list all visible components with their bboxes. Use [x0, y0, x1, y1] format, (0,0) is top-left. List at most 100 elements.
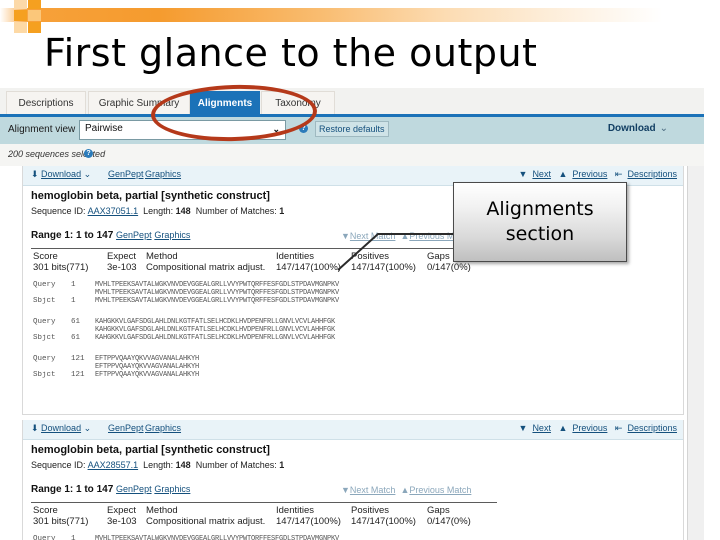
- graphics-link[interactable]: Graphics: [145, 169, 181, 179]
- blast-results-screenshot: Descriptions Graphic Summary Alignments …: [0, 88, 704, 540]
- range-graphics-link[interactable]: Graphics: [154, 230, 190, 240]
- stats-header-gaps: Gaps: [427, 505, 450, 516]
- chevron-down-icon: ⌄: [83, 169, 92, 179]
- range-graphics-link[interactable]: Graphics: [154, 484, 190, 494]
- logo-square: [28, 10, 41, 21]
- alignment-row-label: Query: [33, 318, 56, 326]
- alignment-result-card: ⬇ Download ⌄ GenPept Graphics ▼ Next ▲ Pre…: [22, 420, 684, 540]
- matches-value: 1: [279, 206, 285, 216]
- alignment-row-label: Sbjct: [33, 334, 56, 342]
- previous-link[interactable]: Previous: [572, 169, 607, 179]
- stats-value-gaps: 0/147(0%): [427, 516, 471, 527]
- download-menu-button[interactable]: ⬇ Download ⌄: [31, 169, 91, 180]
- range-label: Range 1: 1 to 147: [31, 230, 114, 241]
- card-toolbar: ⬇ Download ⌄ GenPept Graphics ▼ Next ▲ Pre…: [23, 420, 683, 440]
- alignment-row-start: 1: [71, 281, 76, 289]
- range-nav: ▼Next Match ▲Previous Match: [341, 231, 472, 241]
- logo-square: [14, 10, 27, 21]
- alignment-row-label: Query: [33, 281, 56, 289]
- stats-value-score: 301 bits(771): [33, 516, 89, 527]
- logo-square: [28, 0, 41, 9]
- help-icon[interactable]: ?: [84, 149, 93, 158]
- stats-value-gaps: 0/147(0%): [427, 262, 471, 273]
- download-label: Download: [41, 169, 82, 179]
- length-label: Length:: [143, 460, 174, 470]
- sequence-meta-line: Sequence ID: AAX28557.1 Length: 148 Numb…: [31, 460, 284, 470]
- previous-link[interactable]: Previous: [572, 423, 607, 433]
- logo-square: [28, 22, 41, 33]
- alignment-sbjct-seq: EFTPPVQAAYQKVVAGVANALAHKYH: [95, 371, 200, 379]
- range-genpept-link[interactable]: GenPept: [116, 230, 152, 240]
- range-genpept-link[interactable]: GenPept: [116, 484, 152, 494]
- length-value: 148: [175, 206, 191, 216]
- stats-header-positives: Positives: [351, 505, 390, 516]
- stats-header-score: Score: [33, 251, 58, 262]
- card-nav: ▼ Next ▲ Previous ⇤ Descriptions: [514, 169, 677, 180]
- tab-descriptions[interactable]: Descriptions: [6, 91, 86, 115]
- alignment-query-seq: MVHLTPEEKSAVTALWGKVNVDEVGGEALGRLLVVYPWTQ…: [95, 281, 340, 289]
- previous-match-link[interactable]: Previous Match: [409, 485, 471, 495]
- stats-value-positives: 147/147(100%): [351, 262, 416, 273]
- result-tabbar: Descriptions Graphic Summary Alignments …: [0, 88, 704, 117]
- stats-value-score: 301 bits(771): [33, 262, 89, 273]
- callout-line-1: Alignments: [486, 198, 594, 220]
- selected-count-row: 200 sequences selected: [0, 144, 704, 166]
- previous-arrow-icon: ▲: [558, 169, 568, 179]
- definition-line: hemoglobin beta, partial [synthetic cons…: [31, 444, 270, 456]
- range-line: Range 1: 1 to 147 GenPept Graphics: [31, 484, 190, 495]
- alignment-row-label: Sbjct: [33, 371, 56, 379]
- callout-line-2: section: [505, 223, 575, 245]
- stats-value-identities: 147/147(100%): [276, 262, 341, 273]
- alignment-view-label: Alignment view: [8, 124, 76, 135]
- matches-label: Number of Matches:: [195, 206, 277, 216]
- download-menu-top[interactable]: Download ⌄: [608, 123, 668, 134]
- next-match-link[interactable]: Next Match: [350, 231, 396, 241]
- stats-header-expect: Expect: [107, 251, 137, 262]
- genpept-link[interactable]: GenPept: [108, 169, 144, 179]
- next-arrow-icon: ▼: [518, 169, 528, 179]
- alignment-midline: MVHLTPEEKSAVTALWGKVNVDEVGGEALGRLLVVYPWTQ…: [95, 289, 340, 297]
- alignment-sbjct-seq: KAHGKKVLGAFSDGLAHLDNLKGTFATLSELHCDKLHVDP…: [95, 334, 336, 342]
- stats-header-expect: Expect: [107, 505, 137, 516]
- stats-header-score: Score: [33, 505, 58, 516]
- alignment-row-start: 61: [71, 334, 81, 342]
- range-nav: ▼Next Match ▲Previous Match: [341, 485, 472, 495]
- descriptions-arrow-icon: ⇤: [614, 169, 623, 179]
- stats-value-method: Compositional matrix adjust.: [146, 516, 266, 527]
- download-label: Download: [607, 123, 656, 134]
- seqid-label: Sequence ID:: [31, 460, 86, 470]
- logo-gradient-bar: [0, 8, 720, 22]
- download-menu-button[interactable]: ⬇ Download ⌄: [31, 423, 91, 434]
- descriptions-link[interactable]: Descriptions: [627, 423, 677, 433]
- next-match-link[interactable]: Next Match: [350, 485, 396, 495]
- matches-label: Number of Matches:: [195, 460, 277, 470]
- logo-square: [14, 0, 27, 9]
- stats-divider: [31, 502, 497, 503]
- next-link[interactable]: Next: [532, 169, 551, 179]
- stats-header-gaps: Gaps: [427, 251, 450, 262]
- alignment-midline: KAHGKKVLGAFSDGLAHLDNLKGTFATLSELHCDKLHVDP…: [95, 326, 336, 334]
- page-title: First glance to the output: [44, 31, 538, 75]
- sequence-id-link[interactable]: AAX37051.1: [88, 206, 139, 216]
- card-nav: ▼ Next ▲ Previous ⇤ Descriptions: [514, 423, 677, 434]
- sequence-id-link[interactable]: AAX28557.1: [88, 460, 139, 470]
- length-value: 148: [175, 460, 191, 470]
- graphics-link[interactable]: Graphics: [145, 423, 181, 433]
- alignment-sbjct-seq: MVHLTPEEKSAVTALWGKVNVDEVGGEALGRLLVVYPWTQ…: [95, 297, 340, 305]
- callout-box: Alignments section: [453, 182, 627, 262]
- definition-line: hemoglobin beta, partial [synthetic cons…: [31, 190, 270, 202]
- descriptions-link[interactable]: Descriptions: [627, 169, 677, 179]
- next-link[interactable]: Next: [532, 423, 551, 433]
- genpept-link[interactable]: GenPept: [108, 423, 144, 433]
- alignment-row-start: 61: [71, 318, 81, 326]
- callout-text: Alignments section: [486, 197, 593, 247]
- stats-divider: [31, 248, 497, 249]
- alignment-row-start: 1: [71, 535, 76, 540]
- alignment-midline: EFTPPVQAAYQKVVAGVANALAHKYH: [95, 363, 200, 371]
- stats-value-method: Compositional matrix adjust.: [146, 262, 266, 273]
- chevron-down-icon: ⌄: [659, 123, 668, 134]
- previous-arrow-icon: ▲: [558, 423, 568, 433]
- restore-defaults-button[interactable]: Restore defaults: [315, 121, 389, 137]
- range-label: Range 1: 1 to 147: [31, 484, 114, 495]
- alignment-row-label: Query: [33, 535, 56, 540]
